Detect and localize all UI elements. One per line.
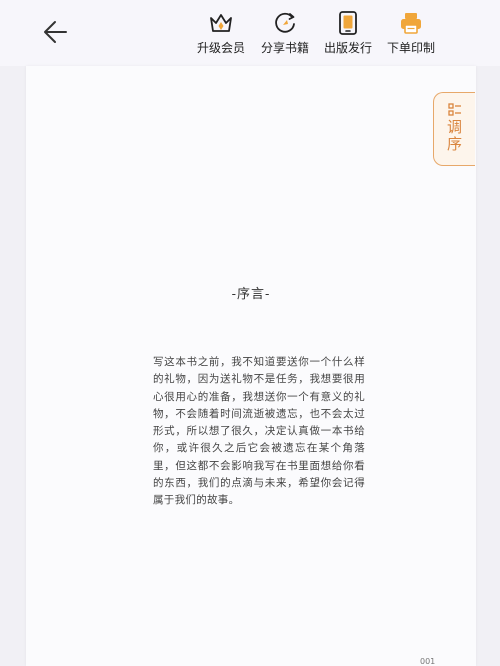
chapter-title: -序言- — [231, 287, 271, 302]
publish-button[interactable]: 出版发行 — [314, 10, 382, 60]
page-gutter-left — [0, 66, 26, 666]
share-book-label: 分享书籍 — [260, 41, 309, 55]
share-refresh-icon — [275, 12, 295, 33]
upgrade-member-label: 升级会员 — [196, 41, 245, 55]
phone-book-icon — [339, 11, 357, 35]
printer-icon — [401, 13, 421, 34]
upgrade-member-button[interactable]: 升级会员 — [187, 10, 255, 60]
reorder-tab-label: 调序 — [446, 118, 462, 153]
page-number: 001 — [420, 657, 436, 666]
preface-body-text: 写这本书之前，我不知道要送你一个什么样的礼物，因为送礼物不是任务，我想要很用心很… — [153, 356, 365, 507]
list-reorder-icon — [447, 103, 461, 116]
order-print-button[interactable]: 下单印制 — [377, 10, 445, 60]
top-toolbar: 升级会员 分享书籍 出版发行 下单印制 — [0, 0, 500, 66]
back-arrow-icon[interactable] — [40, 16, 72, 48]
order-print-label: 下单印制 — [386, 41, 435, 55]
page-gutter-right — [476, 66, 500, 666]
share-book-button[interactable]: 分享书籍 — [251, 10, 319, 60]
crown-icon — [210, 14, 232, 32]
reorder-tab-button[interactable]: 调序 — [433, 92, 475, 166]
publish-label: 出版发行 — [323, 41, 372, 55]
